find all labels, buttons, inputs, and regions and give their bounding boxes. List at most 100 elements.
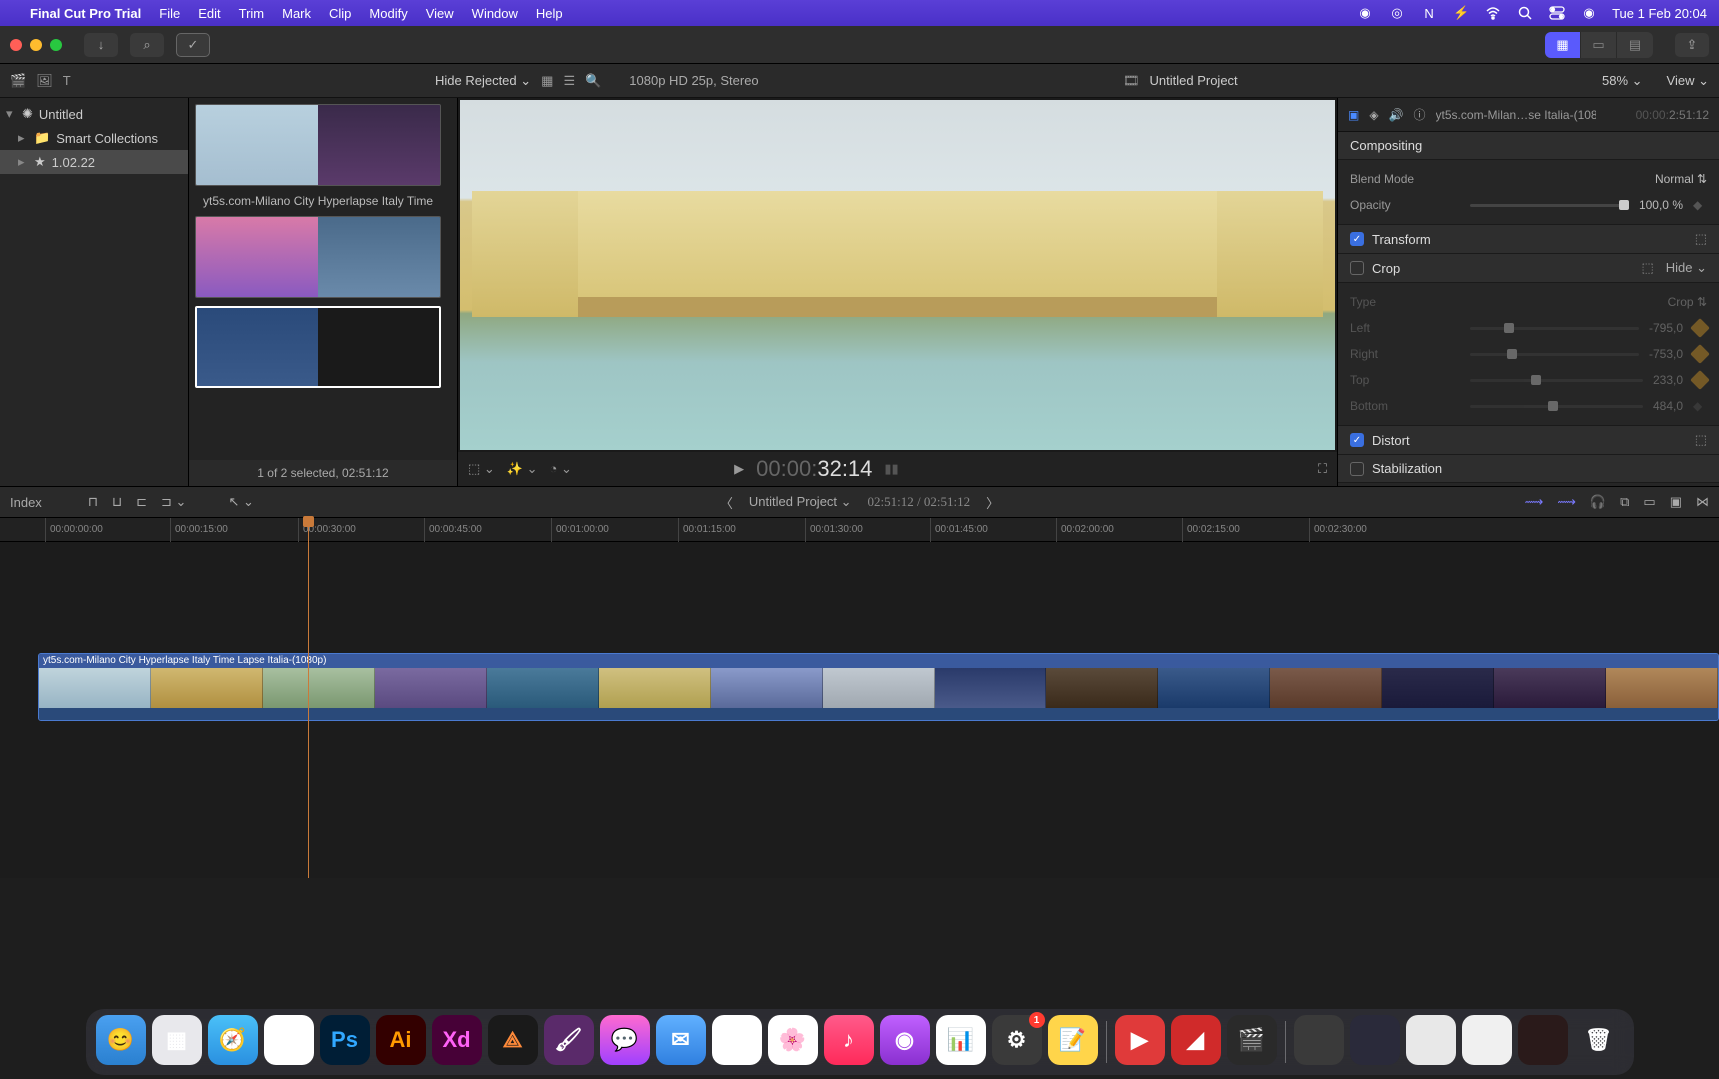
- retime-tool-icon[interactable]: ◔ ⌄: [550, 461, 572, 477]
- timeline-prev-icon[interactable]: 〈: [720, 493, 733, 512]
- dock-trash[interactable]: 🗑: [1574, 1015, 1624, 1065]
- color-inspector-icon[interactable]: ◈: [1369, 108, 1378, 122]
- library-icon[interactable]: 🎬: [10, 73, 26, 89]
- zoom-dropdown[interactable]: 58% ⌄: [1602, 73, 1643, 89]
- titles-icon[interactable]: T: [63, 73, 71, 88]
- dock-krita[interactable]: 🖌: [544, 1015, 594, 1065]
- siri-icon[interactable]: ◉: [1580, 4, 1598, 22]
- view-dropdown[interactable]: View ⌄: [1667, 73, 1709, 89]
- fullscreen-icon[interactable]: ⛶: [1318, 461, 1327, 477]
- workspace-timeline[interactable]: ▭: [1581, 32, 1617, 58]
- clip-thumbnail-3[interactable]: [195, 306, 441, 388]
- select-tool-icon[interactable]: ↖ ⌄: [228, 494, 253, 510]
- dock-mail[interactable]: ✉: [656, 1015, 706, 1065]
- skimming-icon[interactable]: ⟿: [1525, 494, 1544, 510]
- background-tasks-button[interactable]: ✓: [176, 33, 210, 57]
- keyword-button[interactable]: ⌕: [130, 33, 164, 57]
- clip-appearance-timeline-icon[interactable]: ▭: [1643, 494, 1655, 510]
- effects-browser-icon[interactable]: ▣: [1670, 494, 1682, 510]
- crop-hide-toggle[interactable]: Hide ⌄: [1666, 260, 1707, 276]
- blend-mode-row[interactable]: Blend Mode Normal ⇅: [1350, 166, 1707, 192]
- app-menu[interactable]: Final Cut Pro Trial: [30, 6, 141, 21]
- search-icon[interactable]: 🔍: [585, 73, 601, 89]
- menu-file[interactable]: File: [159, 6, 180, 21]
- wifi-icon[interactable]: [1484, 4, 1502, 22]
- dock-messenger[interactable]: 💬: [600, 1015, 650, 1065]
- dock-chrome[interactable]: ◯: [264, 1015, 314, 1065]
- insert-clip-icon[interactable]: ⊔: [112, 494, 122, 510]
- control-center-icon[interactable]: [1548, 4, 1566, 22]
- transform-tool-icon[interactable]: ⬚ ⌄: [468, 461, 495, 477]
- playhead[interactable]: [308, 518, 309, 878]
- compositing-header[interactable]: Compositing: [1338, 132, 1719, 160]
- timeline-ruler[interactable]: 00:00:00:00 00:00:15:00 00:00:30:00 00:0…: [0, 518, 1719, 542]
- stabilization-checkbox[interactable]: [1350, 462, 1364, 476]
- menu-window[interactable]: Window: [472, 6, 518, 21]
- library-root[interactable]: ▾✺ Untitled: [0, 102, 188, 126]
- dock-finder[interactable]: 😊: [96, 1015, 146, 1065]
- crop-header[interactable]: Crop ⬚ Hide ⌄: [1338, 254, 1719, 283]
- window-maximize[interactable]: [50, 39, 62, 51]
- dock-recent-5[interactable]: [1518, 1015, 1568, 1065]
- notion-icon[interactable]: N: [1420, 4, 1438, 22]
- battery-icon[interactable]: ⚡: [1452, 4, 1470, 22]
- list-view-icon[interactable]: ☰: [563, 73, 575, 89]
- dock-numbers[interactable]: 📊: [936, 1015, 986, 1065]
- crop-top-row[interactable]: Top 233,0: [1350, 367, 1707, 393]
- stabilization-header[interactable]: Stabilization: [1338, 455, 1719, 483]
- crop-right-row[interactable]: Right -753,0: [1350, 341, 1707, 367]
- opacity-slider[interactable]: [1470, 204, 1629, 207]
- keyframe-icon[interactable]: [1690, 318, 1710, 338]
- status-icon[interactable]: ◎: [1388, 4, 1406, 22]
- dock-launchpad[interactable]: ▦: [152, 1015, 202, 1065]
- dock-app-red2[interactable]: ◢: [1171, 1015, 1221, 1065]
- dock-photos[interactable]: 🌸: [768, 1015, 818, 1065]
- record-icon[interactable]: ◉: [1356, 4, 1374, 22]
- crop-bottom-row[interactable]: Bottom 484,0 ◆: [1350, 393, 1707, 419]
- timeline-clip[interactable]: yt5s.com-Milano City Hyperlapse Italy Ti…: [38, 653, 1719, 721]
- dock-notes[interactable]: 📝: [1048, 1015, 1098, 1065]
- menu-clip[interactable]: Clip: [329, 6, 351, 21]
- audio-meter-icon[interactable]: ▮▮: [884, 461, 898, 477]
- crop-checkbox[interactable]: [1350, 261, 1364, 275]
- dock-finalcut[interactable]: 🎬: [1227, 1015, 1277, 1065]
- photos-icon[interactable]: 🖼: [36, 73, 53, 89]
- info-inspector-icon[interactable]: ⓘ: [1414, 106, 1426, 123]
- menu-view[interactable]: View: [426, 6, 454, 21]
- connect-clip-icon[interactable]: ⊓: [88, 494, 98, 510]
- window-close[interactable]: [10, 39, 22, 51]
- transform-reset-icon[interactable]: ⬚: [1695, 231, 1707, 247]
- dock-podcasts[interactable]: ◉: [880, 1015, 930, 1065]
- share-button[interactable]: ⇪: [1675, 33, 1709, 57]
- transform-checkbox[interactable]: ✓: [1350, 232, 1364, 246]
- clip-appearance-icon[interactable]: ▦: [541, 73, 553, 89]
- clip-thumbnail-1[interactable]: [195, 104, 441, 186]
- index-button[interactable]: Index: [10, 495, 42, 510]
- clock[interactable]: Tue 1 Feb 20:04: [1612, 6, 1707, 21]
- dock-recent-2[interactable]: [1350, 1015, 1400, 1065]
- dock-photoshop[interactable]: Ps: [320, 1015, 370, 1065]
- crop-left-row[interactable]: Left -795,0: [1350, 315, 1707, 341]
- dock-recent-3[interactable]: [1406, 1015, 1456, 1065]
- timeline[interactable]: 00:00:00:00 00:00:15:00 00:00:30:00 00:0…: [0, 518, 1719, 878]
- crop-type-row[interactable]: Type Crop ⇅: [1350, 289, 1707, 315]
- opacity-row[interactable]: Opacity 100,0 % ◆: [1350, 192, 1707, 218]
- timeline-next-icon[interactable]: 〉: [986, 493, 999, 512]
- transform-header[interactable]: ✓ Transform ⬚: [1338, 225, 1719, 254]
- clip-thumbnail-2[interactable]: [195, 216, 441, 298]
- play-button[interactable]: ▶: [734, 461, 744, 477]
- distort-reset-icon[interactable]: ⬚: [1695, 432, 1707, 448]
- search-icon[interactable]: [1516, 4, 1534, 22]
- distort-checkbox[interactable]: ✓: [1350, 433, 1364, 447]
- crop-reset-icon[interactable]: ⬚: [1641, 260, 1653, 276]
- snapping-icon[interactable]: ⧉: [1620, 494, 1629, 510]
- dock-xd[interactable]: Xd: [432, 1015, 482, 1065]
- transitions-browser-icon[interactable]: ⋈: [1696, 494, 1709, 510]
- dock-music[interactable]: ♪: [824, 1015, 874, 1065]
- audio-skimming-icon[interactable]: ⟿: [1557, 494, 1576, 510]
- smart-collections-row[interactable]: ▸📁 Smart Collections: [0, 126, 188, 150]
- timeline-project-name[interactable]: Untitled Project ⌄: [749, 494, 852, 510]
- dock-blender[interactable]: ⟁: [488, 1015, 538, 1065]
- keyframe-icon[interactable]: [1690, 344, 1710, 364]
- filter-dropdown[interactable]: Hide Rejected ⌄: [435, 73, 531, 89]
